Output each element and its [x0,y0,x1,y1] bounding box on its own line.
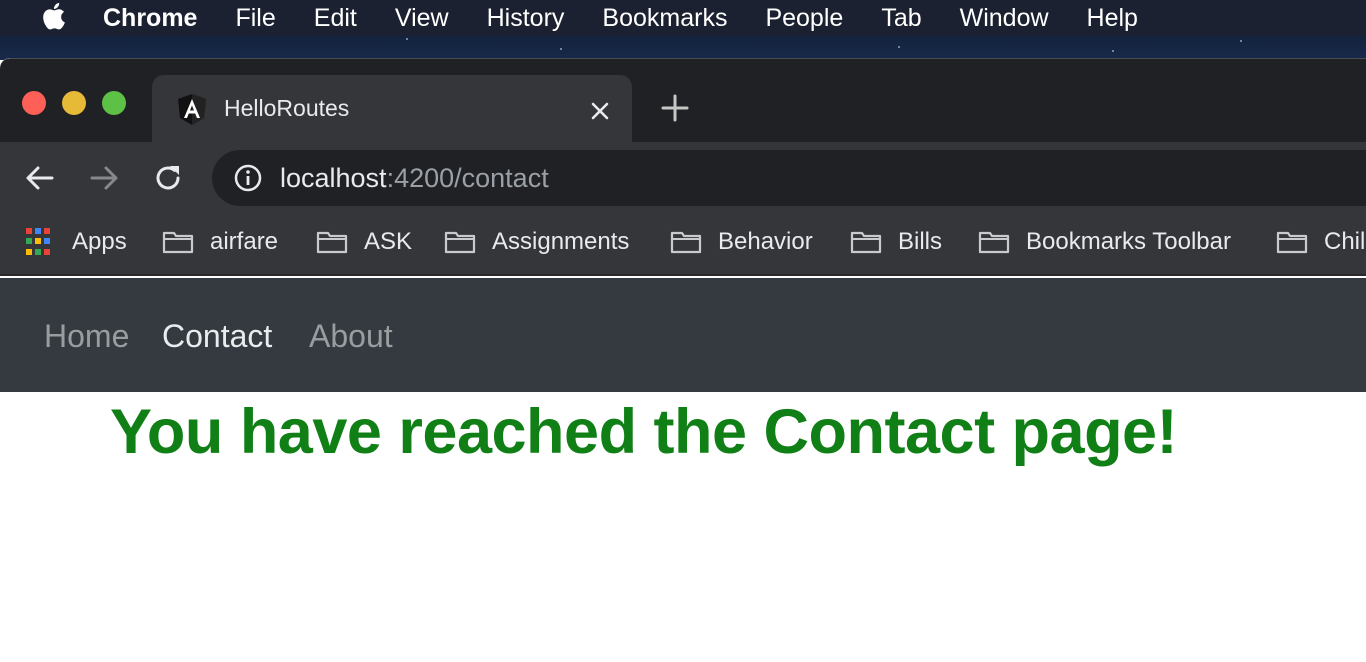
desktop-wallpaper [0,36,1366,60]
folder-icon [850,231,882,254]
bookmark-label: Bills [898,228,943,255]
tab-title: HelloRoutes [224,95,350,121]
menu-edit[interactable]: Edit [314,4,357,33]
folder-icon [978,231,1010,254]
bookmark-label: ASK [364,228,413,255]
page-heading: You have reached the Contact page! [110,397,1178,467]
url-text[interactable]: localhost:4200/contact [280,163,549,194]
menu-chrome[interactable]: Chrome [103,4,197,33]
menu-bookmarks[interactable]: Bookmarks [602,4,727,33]
folder-icon [162,231,194,254]
site-info-icon[interactable] [234,164,262,192]
bookmark-label: Chil [1324,228,1366,255]
nav-link-contact[interactable]: Contact [162,318,272,355]
tab-helloroutes[interactable]: HelloRoutes [152,75,632,143]
new-tab-icon[interactable] [660,93,690,123]
bookmark-folder-bills[interactable]: Bills [850,226,942,258]
bookmark-label: Assignments [492,228,630,255]
bookmark-folder-behavior[interactable]: Behavior [670,226,813,258]
apple-menu-icon[interactable] [0,2,103,31]
site-navbar: Home Contact About [0,278,1366,392]
bookmark-folder-airfare[interactable]: airfare [162,226,278,258]
nav-link-about[interactable]: About [309,318,393,355]
menu-tab[interactable]: Tab [881,4,921,33]
bookmark-folder-assignments[interactable]: Assignments [444,226,629,258]
folder-icon [316,231,348,254]
folder-icon [1276,231,1308,254]
close-tab-icon[interactable] [586,97,614,125]
menu-history[interactable]: History [487,4,565,33]
bookmark-label: Bookmarks Toolbar [1026,228,1231,255]
menu-view[interactable]: View [395,4,449,33]
minimize-window-button[interactable] [62,91,86,115]
menu-file[interactable]: File [235,4,275,33]
tab-strip: HelloRoutes [0,58,1366,143]
menu-help[interactable]: Help [1087,4,1138,33]
fullscreen-window-button[interactable] [102,91,126,115]
url-path: :4200/contact [386,163,549,193]
back-arrow-icon[interactable] [24,162,56,194]
browser-toolbar: localhost:4200/contact [0,142,1366,212]
menu-window[interactable]: Window [960,4,1049,33]
reload-icon[interactable] [152,162,184,194]
bookmarks-bar: Apps airfare ASK Assignments Behavior Bi… [0,212,1366,276]
url-host: localhost [280,163,387,193]
bookmark-apps[interactable]: Apps [26,226,127,258]
folder-icon [444,231,476,254]
browser-window: HelloRoutes localhost:4200/contact Apps … [0,58,1366,662]
bookmark-folder-bookmarks-toolbar[interactable]: Bookmarks Toolbar [978,226,1231,258]
bookmark-label: Apps [72,228,127,255]
apps-grid-icon [26,228,54,256]
folder-icon [670,231,702,254]
nav-link-home[interactable]: Home [44,318,129,355]
forward-arrow-icon[interactable] [88,162,120,194]
bookmark-folder-chil[interactable]: Chil [1276,226,1365,258]
close-window-button[interactable] [22,91,46,115]
bookmark-label: airfare [210,228,279,255]
menu-people[interactable]: People [765,4,843,33]
angular-icon [176,93,208,127]
bookmark-folder-ask[interactable]: ASK [316,226,412,258]
macos-menu-bar: Chrome File Edit View History Bookmarks … [0,0,1366,36]
bookmark-label: Behavior [718,228,813,255]
address-bar[interactable]: localhost:4200/contact [212,150,1366,206]
